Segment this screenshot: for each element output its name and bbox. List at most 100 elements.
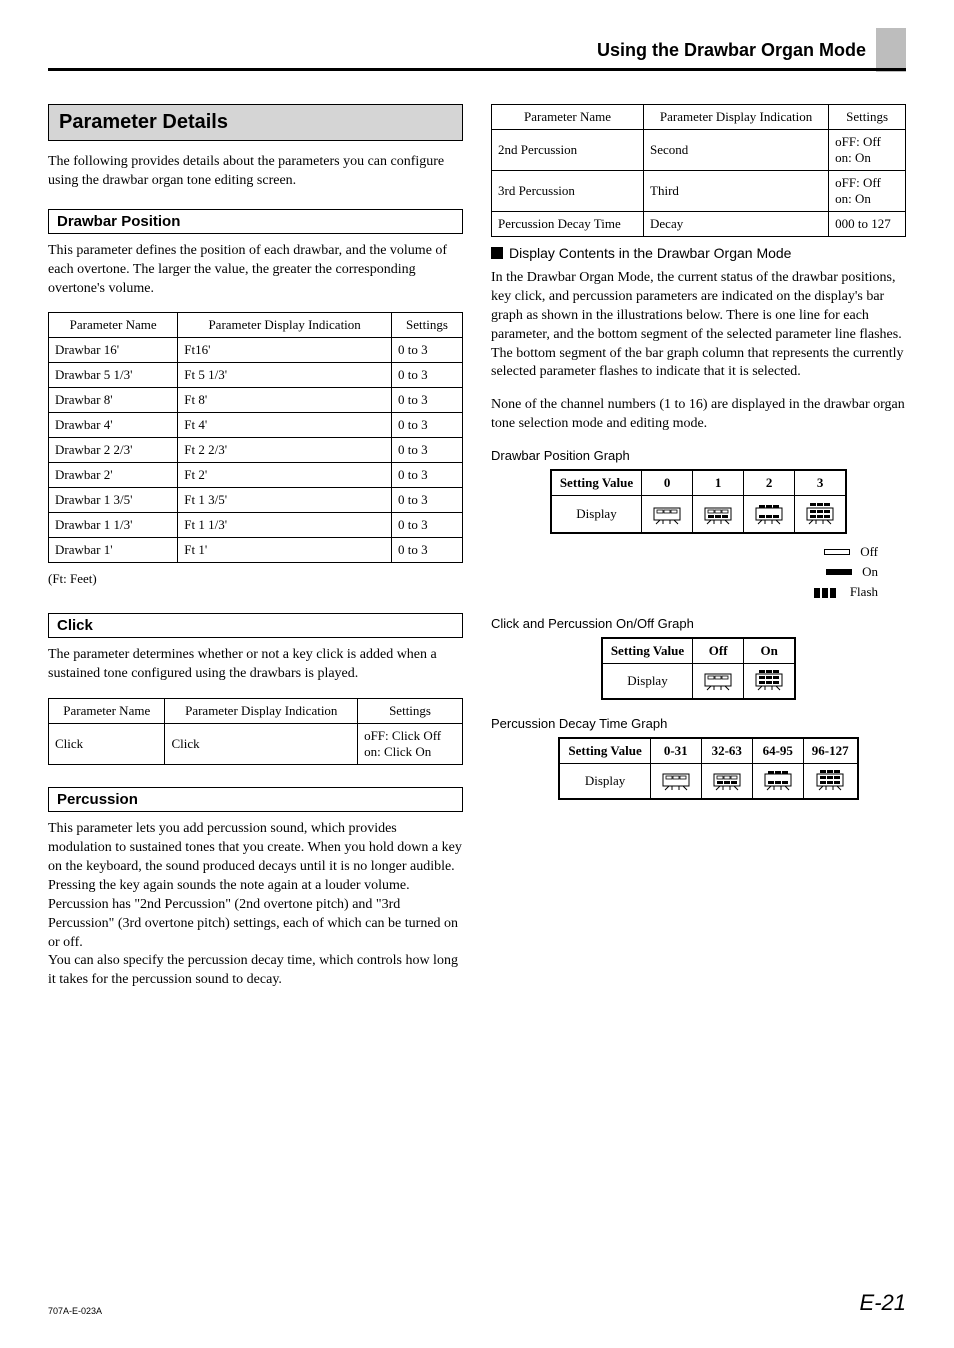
header-tab-decoration bbox=[876, 28, 906, 72]
graph-row-label: Display bbox=[559, 764, 650, 800]
left-column: Parameter Details The following provides… bbox=[48, 104, 463, 1004]
table-cell: Ft 8' bbox=[178, 388, 392, 413]
graph-header: On bbox=[744, 638, 796, 664]
table-header: Settings bbox=[829, 105, 906, 130]
table-cell: 0 to 3 bbox=[392, 363, 463, 388]
table-cell: 0 to 3 bbox=[392, 488, 463, 513]
click-heading: Click bbox=[48, 613, 463, 638]
graph-header: 32-63 bbox=[701, 738, 752, 764]
table-cell: Drawbar 1' bbox=[49, 538, 178, 563]
table-cell: Drawbar 1 3/5' bbox=[49, 488, 178, 513]
decay-graph-label: Percussion Decay Time Graph bbox=[491, 716, 906, 731]
table-cell: Drawbar 4' bbox=[49, 413, 178, 438]
glyph-0 bbox=[650, 764, 701, 800]
table-row: 3rd PercussionThirdoFF: Off on: On bbox=[492, 171, 906, 212]
graph-header: 0 bbox=[642, 470, 693, 496]
glyph-on bbox=[744, 664, 796, 700]
page-footer: 707A-E-023A E-21 bbox=[48, 1290, 906, 1316]
table-header: Settings bbox=[358, 699, 463, 724]
table-cell: 0 to 3 bbox=[392, 463, 463, 488]
legend-on-icon bbox=[826, 569, 852, 575]
table-header: Parameter Name bbox=[49, 699, 165, 724]
table-cell: Ft 1' bbox=[178, 538, 392, 563]
click-intro: The parameter determines whether or not … bbox=[48, 646, 463, 684]
table-cell: Drawbar 2 2/3' bbox=[49, 438, 178, 463]
table-header: Settings bbox=[392, 313, 463, 338]
drawbar-table: Parameter Name Parameter Display Indicat… bbox=[48, 312, 463, 563]
glyph-2 bbox=[752, 764, 803, 800]
table-cell: 3rd Percussion bbox=[492, 171, 644, 212]
graph-header: 1 bbox=[693, 470, 744, 496]
drawbar-position-graph: Setting Value 0 1 2 3 Display bbox=[550, 469, 847, 534]
table-cell: 0 to 3 bbox=[392, 513, 463, 538]
graph-row-label: Display bbox=[551, 496, 642, 534]
table-cell: Drawbar 16' bbox=[49, 338, 178, 363]
legend-off-label: Off bbox=[860, 544, 878, 560]
table-row: Drawbar 2'Ft 2'0 to 3 bbox=[49, 463, 463, 488]
glyph-3 bbox=[803, 764, 857, 800]
header-title: Using the Drawbar Organ Mode bbox=[597, 40, 866, 61]
click-graph-label: Click and Percussion On/Off Graph bbox=[491, 616, 906, 631]
table-cell: oFF: Off on: On bbox=[829, 130, 906, 171]
table-cell: 0 to 3 bbox=[392, 413, 463, 438]
table-row: ClickClickoFF: Click Off on: Click On bbox=[49, 724, 463, 765]
graph-header: Setting Value bbox=[559, 738, 650, 764]
legend-flash-icon bbox=[814, 588, 840, 596]
table-header: Parameter Display Indication bbox=[178, 313, 392, 338]
table-cell: Drawbar 8' bbox=[49, 388, 178, 413]
parameter-details-heading: Parameter Details bbox=[48, 104, 463, 141]
table-row: Drawbar 2 2/3'Ft 2 2/3'0 to 3 bbox=[49, 438, 463, 463]
table-cell: Ft 2 2/3' bbox=[178, 438, 392, 463]
glyph-2 bbox=[744, 496, 795, 534]
table-cell: 0 to 3 bbox=[392, 538, 463, 563]
table-row: Percussion Decay TimeDecay000 to 127 bbox=[492, 212, 906, 237]
graph-header: Off bbox=[693, 638, 744, 664]
intro-text: The following provides details about the… bbox=[48, 153, 463, 191]
table-cell: Ft 1 1/3' bbox=[178, 513, 392, 538]
table-cell: 0 to 3 bbox=[392, 338, 463, 363]
right-column: Parameter Name Parameter Display Indicat… bbox=[491, 104, 906, 1004]
table-row: Drawbar 16'Ft16'0 to 3 bbox=[49, 338, 463, 363]
table-cell: oFF: Off on: On bbox=[829, 171, 906, 212]
table-cell: Drawbar 2' bbox=[49, 463, 178, 488]
table-cell: Click bbox=[49, 724, 165, 765]
graph-header: 2 bbox=[744, 470, 795, 496]
drawbar-position-graph-label: Drawbar Position Graph bbox=[491, 448, 906, 463]
drawbar-intro: This parameter defines the position of e… bbox=[48, 242, 463, 299]
table-row: Drawbar 1 3/5'Ft 1 3/5'0 to 3 bbox=[49, 488, 463, 513]
click-table: Parameter Name Parameter Display Indicat… bbox=[48, 698, 463, 765]
legend-off-icon bbox=[824, 549, 850, 555]
table-header: Parameter Name bbox=[49, 313, 178, 338]
table-cell: Ft 4' bbox=[178, 413, 392, 438]
table-header: Parameter Display Indication bbox=[165, 699, 358, 724]
footer-left: 707A-E-023A bbox=[48, 1306, 102, 1316]
table-row: Drawbar 1 1/3'Ft 1 1/3'0 to 3 bbox=[49, 513, 463, 538]
display-paragraph-1: In the Drawbar Organ Mode, the current s… bbox=[491, 269, 906, 382]
display-contents-heading: Display Contents in the Drawbar Organ Mo… bbox=[491, 245, 906, 261]
percussion-table: Parameter Name Parameter Display Indicat… bbox=[491, 104, 906, 237]
drawbar-position-heading: Drawbar Position bbox=[48, 209, 463, 234]
percussion-intro: This parameter lets you add percussion s… bbox=[48, 820, 463, 990]
table-header: Parameter Name bbox=[492, 105, 644, 130]
click-percussion-graph: Setting Value Off On Display bbox=[601, 637, 796, 700]
display-heading-text: Display Contents in the Drawbar Organ Mo… bbox=[509, 245, 791, 261]
table-cell: Ft 5 1/3' bbox=[178, 363, 392, 388]
graph-header: Setting Value bbox=[602, 638, 693, 664]
table-cell: oFF: Click Off on: Click On bbox=[358, 724, 463, 765]
table-cell: Ft 1 3/5' bbox=[178, 488, 392, 513]
glyph-1 bbox=[693, 496, 744, 534]
glyph-off bbox=[693, 664, 744, 700]
table-cell: Decay bbox=[644, 212, 829, 237]
legend-flash-label: Flash bbox=[850, 584, 878, 600]
table-row: Drawbar 4'Ft 4'0 to 3 bbox=[49, 413, 463, 438]
legend-on-label: On bbox=[862, 564, 878, 580]
ft-note: (Ft: Feet) bbox=[48, 571, 463, 587]
table-cell: Percussion Decay Time bbox=[492, 212, 644, 237]
table-row: 2nd PercussionSecondoFF: Off on: On bbox=[492, 130, 906, 171]
page-header: Using the Drawbar Organ Mode bbox=[48, 40, 906, 80]
graph-header: 64-95 bbox=[752, 738, 803, 764]
graph-row-label: Display bbox=[602, 664, 693, 700]
graph-header: 0-31 bbox=[650, 738, 701, 764]
table-cell: Third bbox=[644, 171, 829, 212]
table-row: Drawbar 8'Ft 8'0 to 3 bbox=[49, 388, 463, 413]
